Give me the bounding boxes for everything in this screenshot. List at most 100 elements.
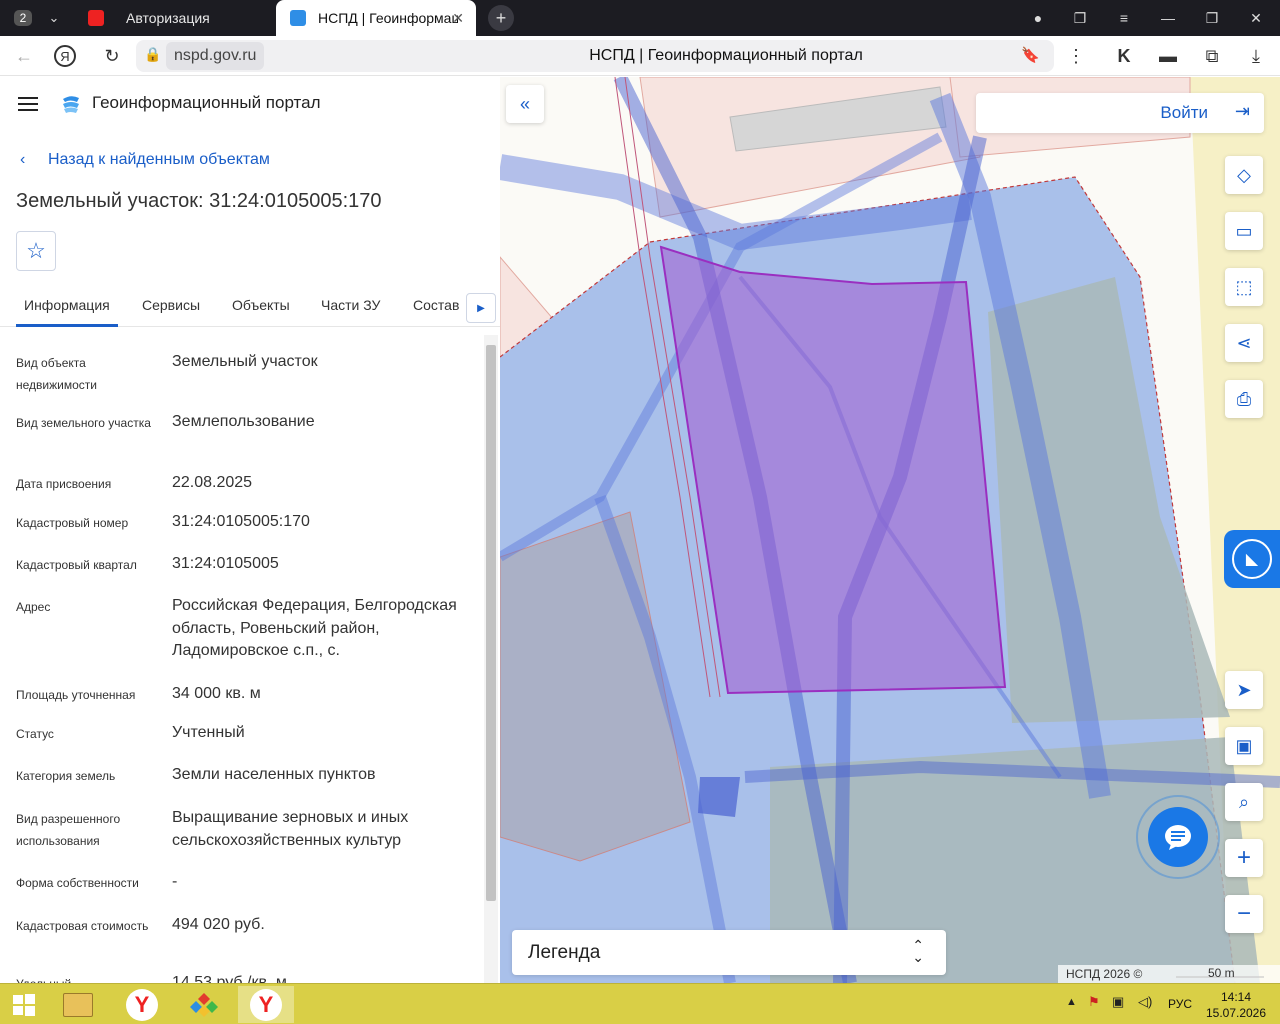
back-arrow-icon[interactable]: ← (10, 42, 38, 70)
field-value: 494 020 руб. (172, 916, 265, 933)
ruler-button[interactable]: ▭ (1225, 212, 1263, 250)
minimap-icon: ▣ (1235, 735, 1253, 756)
field-value: Земли населенных пунктов (172, 766, 376, 783)
select-area-button[interactable]: ⬚ (1225, 268, 1263, 306)
clock-date[interactable]: 15.07.2026 (1198, 1006, 1274, 1020)
field-label: Категория земель (16, 769, 116, 783)
login-icon: ⇥ (1234, 101, 1250, 121)
folder-icon (63, 992, 93, 1017)
map-small-parcel (698, 777, 740, 817)
tab-parts[interactable]: Части ЗУ (321, 297, 380, 313)
tab-label: Авторизация (126, 10, 210, 26)
tab-objects[interactable]: Объекты (232, 297, 290, 313)
field-value: 31:24:0105005 (172, 555, 279, 572)
field-label: Удельный (16, 973, 156, 983)
legend-panel[interactable]: Легенда ⌃ ⌄ (512, 930, 946, 975)
reload-icon[interactable]: ↻ (98, 42, 126, 70)
extension-k-icon[interactable]: K (1110, 42, 1138, 70)
side-service-tab[interactable]: ◣ (1224, 530, 1280, 588)
login-button[interactable]: Войти ⇥ (976, 93, 1264, 133)
share-button[interactable]: ⋖ (1225, 324, 1263, 362)
zoom-in-button[interactable]: + (1225, 839, 1263, 877)
portal-logo-icon (63, 96, 79, 113)
more-icon[interactable]: ⋮ (1062, 42, 1090, 70)
close-window-button[interactable]: ✕ (1236, 0, 1276, 36)
select-area-icon: ⬚ (1235, 276, 1253, 297)
yandex-browser-active-taskbar-button[interactable]: Y (238, 986, 294, 1023)
tab-nspd[interactable]: НСПД | Геоинформаци ✕ (276, 0, 476, 36)
profile-icon[interactable]: ● (1018, 0, 1058, 36)
windows-logo-icon (13, 993, 35, 1016)
navigation-arrow-icon: ➤ (1236, 679, 1252, 700)
minimize-button[interactable]: — (1148, 0, 1188, 36)
tab-label: НСПД | Геоинформаци (318, 10, 458, 26)
extension-puzzle-icon[interactable]: ⧉ (1198, 42, 1226, 70)
hamburger-menu-icon[interactable] (18, 97, 38, 111)
map-attribution: НСПД 2026 © 50 m (1058, 965, 1280, 983)
tray-flag-icon[interactable]: ⚑ (1088, 994, 1100, 1010)
tab-composition[interactable]: Состав (413, 297, 459, 313)
collections-icon[interactable]: ❐ (1060, 0, 1100, 36)
yandex-favicon-icon (88, 10, 104, 26)
print-button[interactable]: ⎙ (1225, 380, 1263, 418)
field-label: Адрес (16, 600, 51, 614)
field-value: 31:24:0105005:170 (172, 513, 310, 530)
field-value: - (172, 873, 178, 890)
tab-services[interactable]: Сервисы (142, 297, 200, 313)
tabs-menu-chevron-icon[interactable]: ⌄ (42, 4, 66, 32)
tray-network-icon[interactable]: ▣ (1112, 994, 1124, 1010)
bookmark-icon[interactable]: 🔖 (1021, 46, 1040, 64)
tabs-scroll-right-icon[interactable]: ▶ (466, 293, 496, 323)
tab-authorization[interactable]: Авторизация (74, 0, 274, 36)
download-icon[interactable]: ⤓ (1242, 42, 1270, 70)
back-to-results-link[interactable]: Назад к найденным объектам (48, 151, 270, 169)
favorite-star-button[interactable]: ☆ (16, 231, 56, 271)
ruler-icon: ▭ (1235, 220, 1253, 241)
double-chevron-left-icon: « (519, 93, 530, 114)
zoom-out-button[interactable]: − (1225, 895, 1263, 933)
tray-volume-icon[interactable]: ◁) (1138, 994, 1152, 1010)
page-title: НСПД | Геоинформационный портал (589, 47, 863, 64)
geolocation-button[interactable]: ➤ (1225, 671, 1263, 709)
yandex-icon[interactable]: Я (54, 45, 76, 67)
print-icon: ⎙ (1236, 388, 1252, 409)
minimap-button[interactable]: ▣ (1225, 727, 1263, 765)
close-tab-icon[interactable]: ✕ (452, 10, 464, 27)
share-icon: ⋖ (1236, 332, 1252, 353)
collapse-panel-button[interactable]: « (506, 85, 544, 123)
field-value: Землепользование (172, 413, 315, 430)
start-button[interactable] (0, 986, 48, 1023)
menu-icon[interactable]: ≡ (1104, 0, 1144, 36)
yandex-browser-icon: Y (250, 988, 282, 1021)
map-view[interactable]: « Войти ⇥ ◇ ▭ ⬚ ⋖ ⎙ ◣ ➤ ▣ ⌕ + − Легенда … (500, 77, 1280, 983)
extension-disk-icon[interactable]: ▬ (1154, 42, 1182, 70)
star-icon: ☆ (26, 238, 46, 263)
file-explorer-taskbar-button[interactable] (50, 986, 106, 1023)
tab-information[interactable]: Информация (24, 297, 110, 313)
chevron-left-icon[interactable]: ‹ (20, 151, 25, 169)
panel-scrollbar-thumb[interactable] (486, 345, 496, 901)
field-value: Российская Федерация, Белгородская облас… (172, 597, 457, 659)
new-tab-button[interactable]: + (488, 5, 514, 31)
nspd-favicon-icon (290, 10, 306, 26)
portal-title: Геоинформационный портал (92, 93, 321, 112)
tab-count-button[interactable]: 2 (6, 4, 40, 32)
language-indicator[interactable]: РУС (1168, 997, 1192, 1011)
field-value: 22.08.2025 (172, 474, 253, 491)
app-taskbar-button[interactable] (176, 986, 232, 1023)
scale-label: 50 m (1208, 966, 1235, 980)
tray-expand-icon[interactable]: ▲ (1066, 996, 1077, 1008)
expand-collapse-icon: ⌃ ⌄ (912, 937, 924, 965)
yandex-browser-taskbar-button[interactable]: Y (114, 986, 170, 1023)
chat-button[interactable] (1148, 807, 1208, 867)
url-field[interactable]: 🔒 nspd.gov.ru НСПД | Геоинформационный п… (136, 40, 1054, 72)
field-label: Кадастровая стоимость (16, 919, 149, 933)
restore-button[interactable]: ❐ (1192, 0, 1232, 36)
field-value: Выращивание зерновых и иных сельскохозяй… (172, 809, 409, 849)
region-map-icon: ◣ (1232, 539, 1272, 579)
field-value: 34 000 кв. м (172, 685, 261, 702)
search-location-button[interactable]: ⌕ (1225, 783, 1263, 821)
clock-time[interactable]: 14:14 (1214, 990, 1258, 1004)
field-label: Кадастровый квартал (16, 558, 137, 572)
layers-button[interactable]: ◇ (1225, 156, 1263, 194)
